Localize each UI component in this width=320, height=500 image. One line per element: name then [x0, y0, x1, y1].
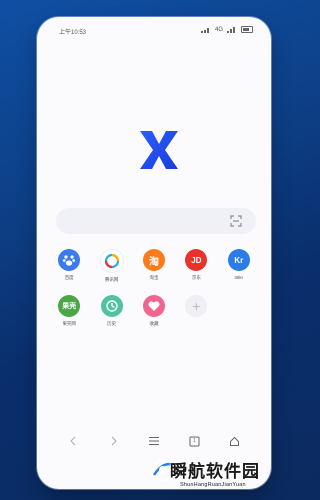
back-icon[interactable] [64, 432, 82, 450]
shortcut-jd[interactable]: JD 京东 [175, 249, 217, 283]
watermark-subtitle: ShunHangRuanJianYuan [180, 482, 246, 488]
shortcut-baidu[interactable]: 百度 [48, 249, 90, 283]
shortcut-36kr[interactable]: Kr 36kr [218, 249, 260, 283]
watermark: 瞬航软件园 ShunHangRuanJianYuan [150, 453, 280, 497]
add-icon: + [185, 295, 208, 317]
heart-icon [142, 295, 165, 317]
bottom-toolbar: 1 [37, 431, 271, 451]
search-bar[interactable] [56, 208, 256, 234]
scan-icon[interactable] [230, 215, 242, 227]
clock-icon [100, 295, 123, 317]
tencent-news-icon [99, 249, 124, 273]
status-bar: 上午10:53 4G [37, 17, 271, 43]
menu-icon[interactable] [145, 432, 163, 450]
jd-icon: JD [185, 249, 208, 271]
wifi-icon [200, 27, 211, 33]
browser-x-logo [140, 131, 178, 169]
shortcut-taobao[interactable]: 淘 淘宝 [133, 249, 175, 283]
shortcut-history[interactable]: 历史 [90, 295, 132, 327]
home-icon[interactable] [226, 432, 244, 450]
status-indicators: 4G [200, 26, 253, 33]
shortcut-add[interactable]: + [175, 295, 217, 327]
phone-screen: 上午10:53 4G 百度 腾讯网 淘 淘宝 JD 京东 Kr 36kr 果壳 … [37, 17, 271, 489]
tabs-icon[interactable]: 1 [185, 432, 203, 450]
watermark-title: 瞬航软件园 [170, 462, 260, 482]
baidu-paw-icon [58, 249, 81, 271]
taobao-icon: 淘 [142, 249, 165, 271]
network-type: 4G [214, 26, 223, 33]
guokr-icon: 果壳 [58, 295, 81, 317]
shortcut-favorites[interactable]: 收藏 [133, 295, 175, 327]
shortcut-grid: 百度 腾讯网 淘 淘宝 JD 京东 Kr 36kr 果壳 果壳网 历史 收藏 + [48, 249, 260, 327]
tabs-count: 1 [192, 438, 196, 444]
shortcut-tencent[interactable]: 腾讯网 [90, 249, 132, 283]
status-time: 上午10:53 [59, 30, 87, 36]
battery-icon [241, 26, 253, 33]
36kr-icon: Kr [227, 249, 250, 271]
signal-icon [227, 26, 237, 33]
forward-icon[interactable] [105, 432, 123, 450]
shortcut-guokr[interactable]: 果壳 果壳网 [48, 295, 90, 327]
